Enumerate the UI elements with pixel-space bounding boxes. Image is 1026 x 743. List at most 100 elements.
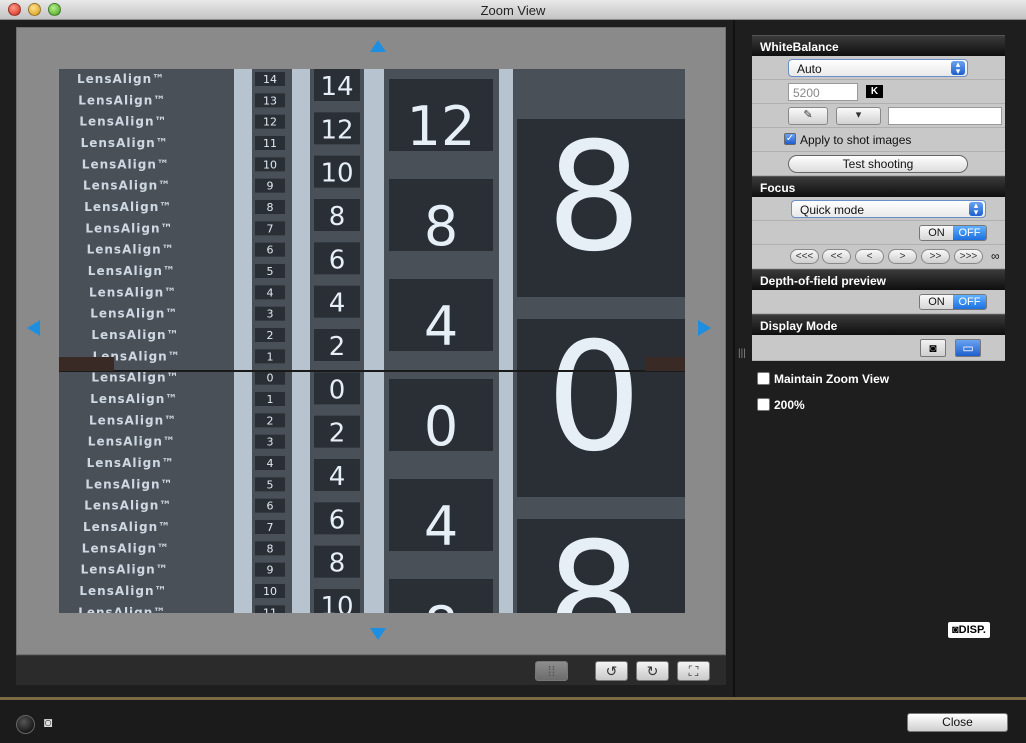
scale-number: 1 bbox=[267, 393, 274, 406]
apply-row: ✓ Apply to shot images bbox=[752, 128, 1005, 152]
chart-label: LensAlign™ bbox=[82, 541, 170, 555]
mid-number: 8 bbox=[329, 549, 346, 579]
dof-off-button[interactable]: OFF bbox=[953, 295, 986, 309]
camera-settings-icon[interactable]: ◙ bbox=[44, 714, 66, 732]
scale-number: 8 bbox=[267, 542, 274, 555]
camera-status-icon bbox=[16, 715, 35, 734]
mid-number: 2 bbox=[329, 419, 346, 449]
chart-label: LensAlign™ bbox=[84, 499, 172, 513]
zoom-viewer: LensAlign™ 14 LensAlign™ 13 LensAlign™ 12 Lens… bbox=[16, 27, 726, 655]
computer-display-icon[interactable]: ▭ bbox=[955, 339, 981, 357]
focus-marker bbox=[59, 357, 114, 371]
splitter-grip-icon[interactable]: ||| bbox=[738, 348, 746, 360]
focus-near-small-button[interactable]: < bbox=[855, 249, 884, 264]
big-number: 8 bbox=[424, 595, 458, 613]
scale-number: 11 bbox=[263, 137, 277, 150]
wb-mode-select[interactable]: Auto ▴ ▾ bbox=[788, 59, 968, 77]
focus-off-button[interactable]: OFF bbox=[953, 226, 986, 240]
camera-disp-icon[interactable]: ◙DISP. bbox=[948, 622, 990, 638]
dof-on-button[interactable]: ON bbox=[920, 295, 953, 309]
focus-toggle-row: ON OFF bbox=[752, 221, 1005, 245]
mid-number: 6 bbox=[329, 505, 346, 535]
scale-number: 14 bbox=[263, 73, 277, 86]
grid-icon[interactable]: ⁞⁞ bbox=[535, 661, 568, 681]
maintain-zoom-checkbox[interactable] bbox=[757, 372, 770, 385]
close-button[interactable]: Close bbox=[907, 713, 1008, 732]
chart-label: LensAlign™ bbox=[83, 520, 171, 534]
fit-screen-icon[interactable]: ⛶ bbox=[677, 661, 710, 681]
chart-label: LensAlign™ bbox=[81, 136, 169, 150]
photo-band bbox=[499, 69, 513, 613]
kelvin-input[interactable]: 5200 bbox=[788, 83, 858, 101]
focus-far-small-button[interactable]: > bbox=[888, 249, 917, 264]
focus-far-medium-button[interactable]: >> bbox=[921, 249, 950, 264]
chart-label: LensAlign™ bbox=[78, 93, 166, 107]
chart-label: LensAlign™ bbox=[87, 456, 175, 470]
select-arrows-icon: ▴ ▾ bbox=[951, 60, 965, 76]
pan-left-arrow-icon[interactable] bbox=[27, 320, 40, 336]
focus-nav-row: <<< << < > >> >>> ∞ bbox=[752, 245, 1005, 269]
wb-preset-dropdown[interactable]: ▾ bbox=[836, 107, 881, 125]
zoom-200-checkbox[interactable] bbox=[757, 398, 770, 411]
camera-display-icon[interactable]: ◙ bbox=[920, 339, 946, 357]
disp-label: DISP. bbox=[958, 624, 986, 636]
scale-number: 3 bbox=[267, 436, 274, 449]
scale-number: 4 bbox=[267, 457, 274, 470]
maintain-zoom-label: Maintain Zoom View bbox=[774, 372, 890, 386]
focus-on-off-toggle[interactable]: ON OFF bbox=[919, 225, 987, 241]
mid-number: 6 bbox=[329, 245, 346, 275]
pan-down-arrow-icon[interactable] bbox=[370, 628, 386, 640]
focus-near-large-button[interactable]: <<< bbox=[790, 249, 819, 264]
big-number: 0 bbox=[424, 395, 458, 458]
panel-splitter[interactable] bbox=[733, 20, 735, 697]
chart-label: LensAlign™ bbox=[77, 72, 165, 86]
apply-checkbox[interactable]: ✓ bbox=[784, 133, 796, 145]
wb-mode-value: Auto bbox=[797, 62, 822, 76]
zoom-200-label: 200% bbox=[774, 398, 805, 412]
dof-on-off-toggle[interactable]: ON OFF bbox=[919, 294, 987, 310]
scale-number: 1 bbox=[267, 350, 274, 363]
photo-band bbox=[364, 69, 384, 613]
chart-label: LensAlign™ bbox=[85, 477, 173, 491]
zoomed-image[interactable]: LensAlign™ 14 LensAlign™ 13 LensAlign™ 12 Lens… bbox=[59, 69, 685, 613]
rotate-right-icon[interactable]: ↻ bbox=[636, 661, 669, 681]
wb-preset-field[interactable] bbox=[888, 107, 1002, 125]
kelvin-unit-badge: K bbox=[866, 85, 883, 98]
focus-far-large-button[interactable]: >>> bbox=[954, 249, 983, 264]
mid-number: 2 bbox=[329, 332, 346, 362]
big-number: 12 bbox=[407, 95, 476, 158]
scale-number: 6 bbox=[267, 500, 274, 513]
scale-number: 5 bbox=[267, 265, 274, 278]
chart-label: LensAlign™ bbox=[89, 285, 177, 299]
dof-toggle-row: ON OFF bbox=[752, 290, 1005, 314]
focus-near-medium-button[interactable]: << bbox=[822, 249, 851, 264]
scale-number: 7 bbox=[267, 521, 274, 534]
chart-label: LensAlign™ bbox=[91, 371, 179, 385]
rotate-left-icon[interactable]: ↺ bbox=[595, 661, 628, 681]
scale-number: 7 bbox=[267, 222, 274, 235]
display-mode-row: ◙ ▭ bbox=[752, 335, 1005, 361]
chart-label: LensAlign™ bbox=[90, 392, 178, 406]
pan-right-arrow-icon[interactable] bbox=[698, 320, 711, 336]
scale-number: 11 bbox=[263, 606, 277, 613]
scale-number: 3 bbox=[267, 308, 274, 321]
huge-number: 8 bbox=[546, 511, 641, 613]
scale-number: 0 bbox=[267, 372, 274, 385]
viewer-toolbar: ⁞⁞ ↺ ↻ ⛶ bbox=[16, 655, 726, 685]
focus-mode-select[interactable]: Quick mode ▴ ▾ bbox=[791, 200, 986, 218]
chart-label: LensAlign™ bbox=[88, 435, 176, 449]
focus-header: Focus bbox=[752, 176, 1005, 197]
scale-number: 2 bbox=[267, 329, 274, 342]
window-title: Zoom View bbox=[480, 3, 546, 18]
mid-number: 4 bbox=[329, 462, 346, 492]
focus-on-button[interactable]: ON bbox=[920, 226, 953, 240]
scale-number: 10 bbox=[263, 585, 277, 598]
eyedropper-icon[interactable]: ✎ bbox=[788, 107, 828, 125]
mid-number: 4 bbox=[329, 289, 346, 319]
chart-label: LensAlign™ bbox=[84, 200, 172, 214]
pan-up-arrow-icon[interactable] bbox=[370, 40, 386, 52]
big-number: 8 bbox=[424, 195, 458, 258]
bottom-bar: ◙ Close bbox=[0, 697, 1026, 743]
scale-number: 6 bbox=[267, 244, 274, 257]
test-shooting-button[interactable]: Test shooting bbox=[788, 155, 968, 173]
